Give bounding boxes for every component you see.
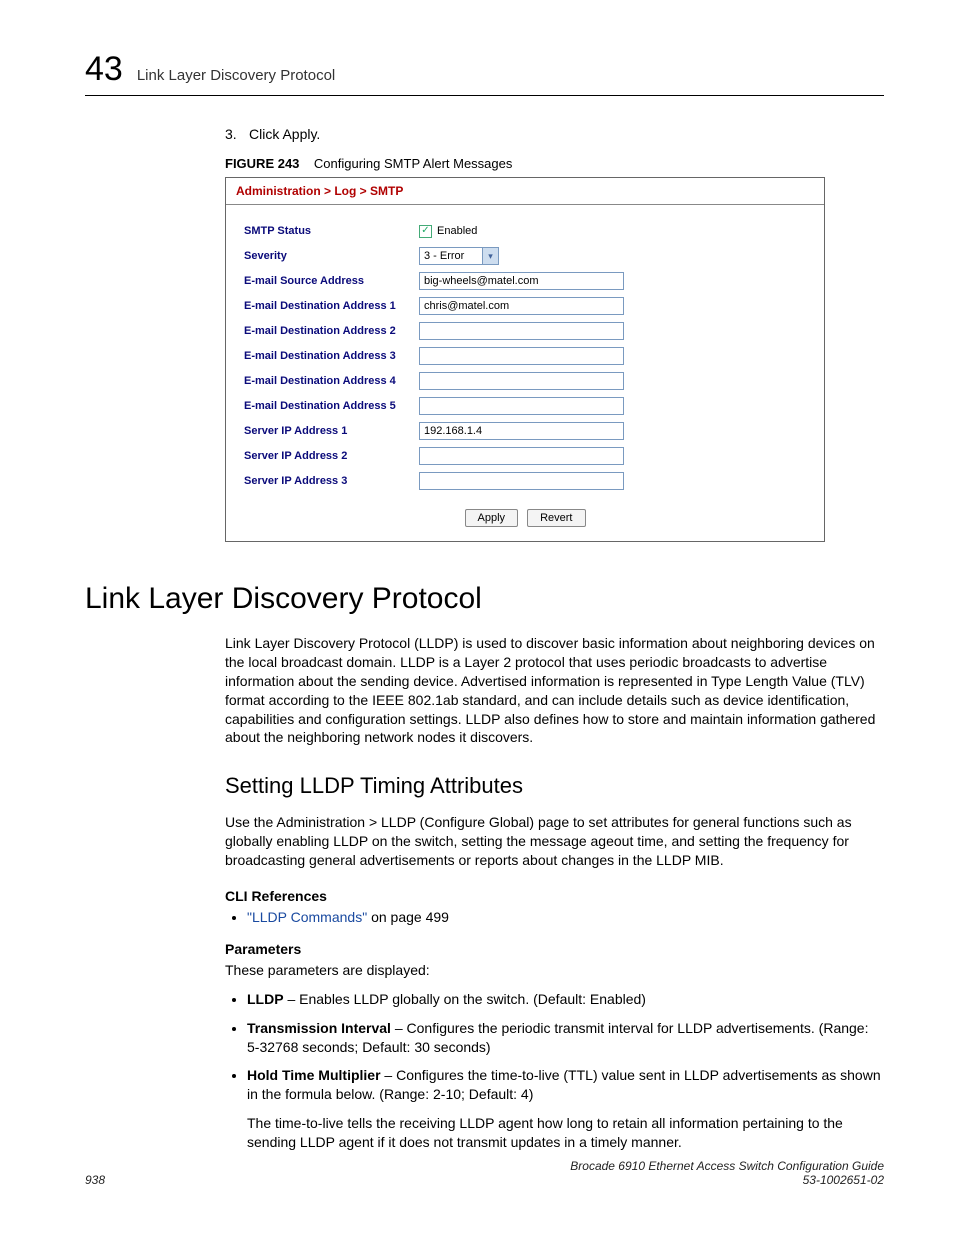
field-label: Severity <box>244 250 419 262</box>
source-address-input[interactable]: big-wheels@matel.com <box>419 272 624 290</box>
header-rule <box>85 95 884 96</box>
checkbox-label: Enabled <box>437 225 477 237</box>
cli-reference-item: "LLDP Commands" on page 499 <box>247 908 884 927</box>
field-dest-5: E-mail Destination Address 5 <box>244 394 806 418</box>
param-name: Transmission Interval <box>247 1020 391 1036</box>
field-label: SMTP Status <box>244 225 419 237</box>
section-title: Link Layer Discovery Protocol <box>85 582 884 616</box>
field-dest-3: E-mail Destination Address 3 <box>244 344 806 368</box>
step-item: 3. Click Apply. <box>225 126 884 142</box>
field-ip-3: Server IP Address 3 <box>244 469 806 493</box>
chapter-number: 43 <box>85 50 123 89</box>
cli-reference-tail: on page 499 <box>367 909 449 925</box>
field-label: E-mail Destination Address 1 <box>244 300 419 312</box>
param-name: Hold Time Multiplier <box>247 1067 381 1083</box>
server-ip-1-input[interactable]: 192.168.1.4 <box>419 422 624 440</box>
field-severity: Severity 3 - Error ▾ <box>244 244 806 268</box>
parameters-intro: These parameters are displayed: <box>225 961 884 980</box>
field-ip-1: Server IP Address 1 192.168.1.4 <box>244 419 806 443</box>
field-label: Server IP Address 2 <box>244 450 419 462</box>
subsection-intro: Use the Administration > LLDP (Configure… <box>225 813 884 870</box>
field-label: E-mail Source Address <box>244 275 419 287</box>
field-label: E-mail Destination Address 3 <box>244 350 419 362</box>
param-lldp: LLDP – Enables LLDP globally on the swit… <box>247 990 884 1009</box>
page-footer: 938 Brocade 6910 Ethernet Access Switch … <box>85 1159 884 1187</box>
parameters-heading: Parameters <box>225 941 884 957</box>
field-label: E-mail Destination Address 5 <box>244 400 419 412</box>
checkbox-enabled[interactable]: ✓ <box>419 225 432 238</box>
dest-address-4-input[interactable] <box>419 372 624 390</box>
field-dest-4: E-mail Destination Address 4 <box>244 369 806 393</box>
server-ip-3-input[interactable] <box>419 472 624 490</box>
dest-address-3-input[interactable] <box>419 347 624 365</box>
dest-address-2-input[interactable] <box>419 322 624 340</box>
field-ip-2: Server IP Address 2 <box>244 444 806 468</box>
step-text: Click Apply. <box>249 126 320 142</box>
footer-doc-number: 53-1002651-02 <box>570 1173 884 1187</box>
figure-label: FIGURE 243 <box>225 156 299 171</box>
param-name: LLDP <box>247 991 284 1007</box>
field-label: Server IP Address 3 <box>244 475 419 487</box>
field-dest-1: E-mail Destination Address 1 chris@matel… <box>244 294 806 318</box>
param-ttl-note: The time-to-live tells the receiving LLD… <box>247 1114 884 1152</box>
severity-select[interactable]: 3 - Error ▾ <box>419 247 499 265</box>
button-row: Apply Revert <box>244 509 806 527</box>
cli-references-heading: CLI References <box>225 888 884 904</box>
page-number: 938 <box>85 1173 105 1187</box>
select-value: 3 - Error <box>424 250 464 262</box>
field-source-address: E-mail Source Address big-wheels@matel.c… <box>244 269 806 293</box>
page-header: 43 Link Layer Discovery Protocol <box>85 50 884 89</box>
step-number: 3. <box>225 126 249 142</box>
section-intro: Link Layer Discovery Protocol (LLDP) is … <box>225 634 884 747</box>
figure-title: Configuring SMTP Alert Messages <box>314 156 512 171</box>
footer-guide-name: Brocade 6910 Ethernet Access Switch Conf… <box>570 1159 884 1173</box>
apply-button[interactable]: Apply <box>465 509 519 527</box>
config-panel: Administration > Log > SMTP SMTP Status … <box>225 177 825 542</box>
breadcrumb: Administration > Log > SMTP <box>226 178 824 205</box>
cli-reference-link[interactable]: "LLDP Commands" <box>247 909 367 925</box>
chevron-down-icon[interactable]: ▾ <box>482 248 498 264</box>
dest-address-5-input[interactable] <box>419 397 624 415</box>
field-label: Server IP Address 1 <box>244 425 419 437</box>
figure-caption: FIGURE 243 Configuring SMTP Alert Messag… <box>225 156 884 171</box>
param-hold-time-multiplier: Hold Time Multiplier – Configures the ti… <box>247 1066 884 1104</box>
header-title: Link Layer Discovery Protocol <box>137 67 335 84</box>
subsection-title: Setting LLDP Timing Attributes <box>225 773 884 799</box>
revert-button[interactable]: Revert <box>527 509 585 527</box>
param-transmission-interval: Transmission Interval – Configures the p… <box>247 1019 884 1057</box>
param-desc: – Enables LLDP globally on the switch. (… <box>284 991 646 1007</box>
field-label: E-mail Destination Address 2 <box>244 325 419 337</box>
panel-body: SMTP Status ✓ Enabled Severity 3 - Error… <box>226 205 824 541</box>
field-dest-2: E-mail Destination Address 2 <box>244 319 806 343</box>
field-label: E-mail Destination Address 4 <box>244 375 419 387</box>
server-ip-2-input[interactable] <box>419 447 624 465</box>
field-smtp-status: SMTP Status ✓ Enabled <box>244 219 806 243</box>
dest-address-1-input[interactable]: chris@matel.com <box>419 297 624 315</box>
